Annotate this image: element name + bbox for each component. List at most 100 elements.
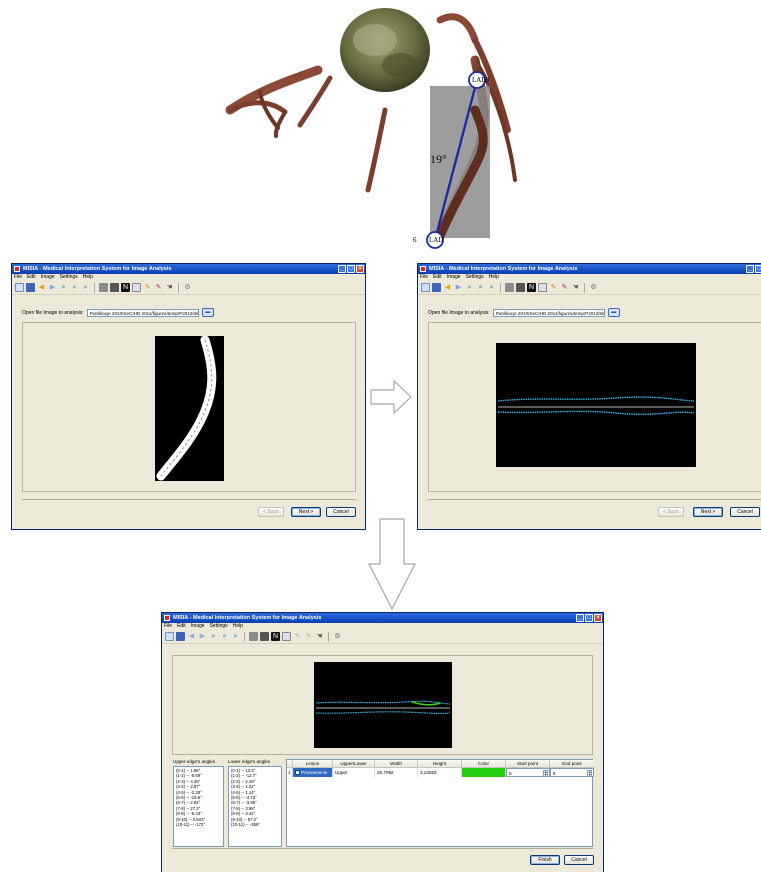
zoom-icon[interactable]: ⌕	[465, 283, 474, 292]
settings-gear-icon[interactable]: ⚙	[183, 283, 192, 292]
spinner-arrows-icon[interactable]: ▲ ▼	[543, 770, 548, 777]
cancel-button[interactable]: Cancel	[564, 855, 594, 865]
print-icon[interactable]	[99, 283, 108, 292]
hand-icon[interactable]: ☚	[165, 283, 174, 292]
menu-file[interactable]: File	[420, 274, 428, 281]
menu-edit[interactable]: Edit	[177, 623, 186, 630]
finish-button[interactable]: Finish	[530, 855, 560, 865]
zoom-icon[interactable]: ⌕	[209, 632, 218, 641]
lesion-checkbox[interactable]: ✓	[295, 769, 300, 775]
back-button[interactable]: < Back	[258, 507, 284, 517]
end-point-spinner[interactable]: 8 ▲ ▼	[550, 768, 594, 777]
zoom-in-icon[interactable]: ⌕	[220, 632, 229, 641]
pencil-icon[interactable]: ✎	[143, 283, 152, 292]
maximize-button[interactable]: □	[755, 265, 761, 273]
upper-angles-list[interactable]: (0-1) -- 1.86° (1-2) -- -5.69° (2-3) -- …	[173, 766, 224, 847]
settings-gear-icon[interactable]: ⚙	[589, 283, 598, 292]
save-icon[interactable]	[26, 283, 35, 292]
lower-angles-list[interactable]: (0-1) -- 12.3° (1-2) -- -12.7° (2-3) -- …	[228, 766, 282, 847]
eraser-icon[interactable]: ✎	[304, 632, 313, 641]
hand-icon[interactable]: ☚	[571, 283, 580, 292]
zoom-out-icon[interactable]: ⌕	[81, 283, 90, 292]
negative-icon[interactable]: N	[271, 632, 280, 641]
image-tool-icon[interactable]	[516, 283, 525, 292]
spinner-arrows-icon[interactable]: ▲ ▼	[587, 770, 592, 777]
menu-settings[interactable]: Settings	[210, 623, 228, 630]
close-button[interactable]: ×	[594, 614, 602, 622]
new-file-icon[interactable]	[15, 283, 24, 292]
image-tool-icon[interactable]	[260, 632, 269, 641]
menu-file[interactable]: File	[164, 623, 172, 630]
column-header-lesion[interactable]: Lesion	[293, 760, 333, 768]
minimize-button[interactable]: _	[338, 265, 346, 273]
forward-arrow-icon[interactable]: ▶	[48, 283, 57, 292]
next-button[interactable]: Next >	[693, 507, 723, 517]
negative-icon[interactable]: N	[527, 283, 536, 292]
save-icon[interactable]	[432, 283, 441, 292]
back-arrow-icon[interactable]: ◀	[443, 283, 452, 292]
eraser-icon[interactable]: ✎	[560, 283, 569, 292]
menu-image[interactable]: Image	[447, 274, 461, 281]
new-file-icon[interactable]	[421, 283, 430, 292]
back-arrow-icon[interactable]: ◀	[187, 632, 196, 641]
zoom-icon[interactable]: ⌕	[59, 283, 68, 292]
print-icon[interactable]	[505, 283, 514, 292]
forward-arrow-icon[interactable]: ▶	[454, 283, 463, 292]
hand-icon[interactable]: ☚	[315, 632, 324, 641]
close-button[interactable]: ×	[356, 265, 364, 273]
file-path-field[interactable]: Publikacje 2010/SeCIHD 2011/figures/temp…	[492, 308, 605, 317]
negative-icon[interactable]: N	[121, 283, 130, 292]
menu-help[interactable]: Help	[489, 274, 499, 281]
browse-folder-button[interactable]: ▬	[607, 308, 620, 317]
back-arrow-icon[interactable]: ◀	[37, 283, 46, 292]
grid-icon[interactable]	[132, 283, 141, 292]
column-header-upper-lower[interactable]: Upper/Lower	[333, 760, 375, 768]
grid-icon[interactable]	[538, 283, 547, 292]
new-file-icon[interactable]	[165, 632, 174, 641]
color-cell[interactable]	[462, 768, 506, 777]
settings-gear-icon[interactable]: ⚙	[333, 632, 342, 641]
next-button[interactable]: Next >	[291, 507, 321, 517]
menu-settings[interactable]: Settings	[60, 274, 78, 281]
menu-file[interactable]: File	[14, 274, 22, 281]
column-header-start-point[interactable]: Start point	[506, 760, 550, 768]
lesion-cell[interactable]: ✓Przewezenie	[293, 768, 333, 777]
menu-help[interactable]: Help	[233, 623, 243, 630]
cancel-button[interactable]: Cancel	[730, 507, 760, 517]
browse-folder-button[interactable]: ▬	[201, 308, 214, 317]
menu-edit[interactable]: Edit	[27, 274, 36, 281]
menu-image[interactable]: Image	[41, 274, 55, 281]
minimize-button[interactable]: _	[746, 265, 754, 273]
eraser-icon[interactable]: ✎	[154, 283, 163, 292]
column-header-end-point[interactable]: End point	[550, 760, 594, 768]
menu-settings[interactable]: Settings	[466, 274, 484, 281]
color-swatch[interactable]	[462, 768, 505, 777]
maximize-button[interactable]: □	[585, 614, 593, 622]
back-button[interactable]: < Back	[658, 507, 684, 517]
minimize-button[interactable]: _	[576, 614, 584, 622]
menu-edit[interactable]: Edit	[433, 274, 442, 281]
save-icon[interactable]	[176, 632, 185, 641]
pencil-icon[interactable]: ✎	[293, 632, 302, 641]
image-tool-icon[interactable]	[110, 283, 119, 292]
maximize-button[interactable]: □	[347, 265, 355, 273]
zoom-out-icon[interactable]: ⌕	[231, 632, 240, 641]
menu-image[interactable]: Image	[191, 623, 205, 630]
height-cell[interactable]: 3.23653	[418, 768, 462, 777]
zoom-in-icon[interactable]: ⌕	[476, 283, 485, 292]
file-path-field[interactable]: Publikacje 2010/SeCIHD 2011/figures/temp…	[86, 308, 199, 317]
print-icon[interactable]	[249, 632, 258, 641]
zoom-out-icon[interactable]: ⌕	[487, 283, 496, 292]
zoom-in-icon[interactable]: ⌕	[70, 283, 79, 292]
menu-help[interactable]: Help	[83, 274, 93, 281]
column-header-height[interactable]: Height	[418, 760, 462, 768]
cancel-button[interactable]: Cancel	[326, 507, 356, 517]
column-header-color[interactable]: Color	[462, 760, 506, 768]
width-cell[interactable]: 26.7092	[375, 768, 418, 777]
start-point-spinner[interactable]: 5 ▲ ▼	[506, 768, 550, 777]
forward-arrow-icon[interactable]: ▶	[198, 632, 207, 641]
grid-icon[interactable]	[282, 632, 291, 641]
pencil-icon[interactable]: ✎	[549, 283, 558, 292]
side-cell[interactable]: Upper	[333, 768, 375, 777]
column-header-width[interactable]: Width	[375, 760, 418, 768]
